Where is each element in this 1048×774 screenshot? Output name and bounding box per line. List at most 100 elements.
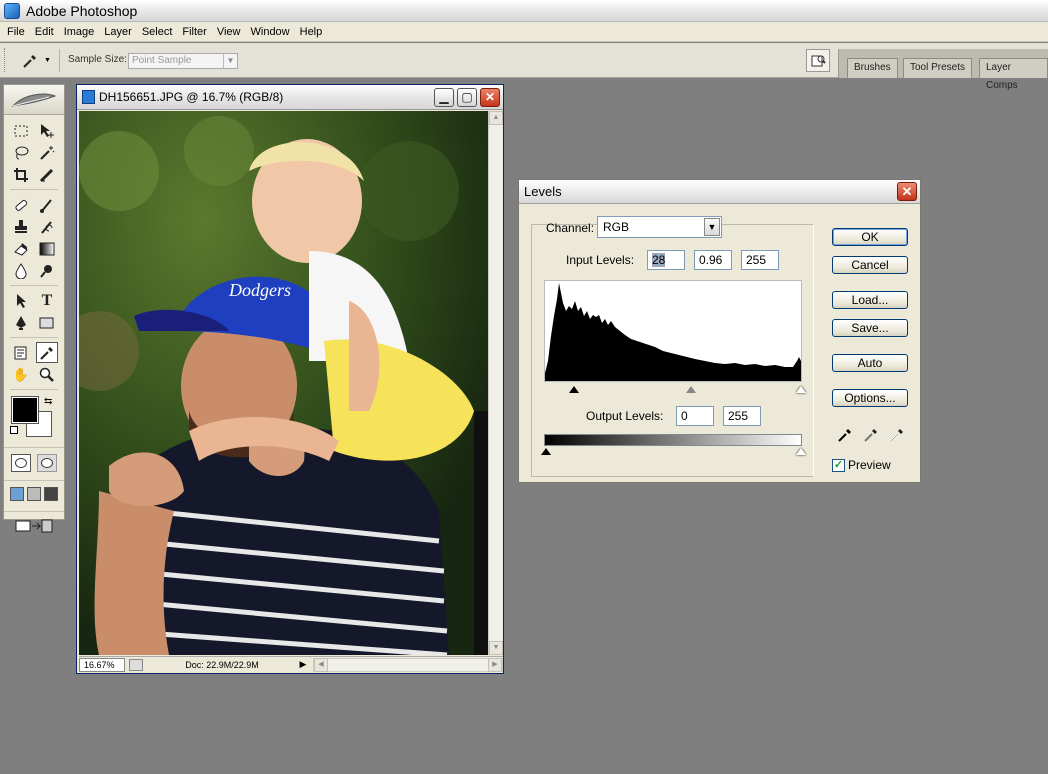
gray-eyedropper-icon[interactable]	[861, 425, 881, 445]
tab-brushes[interactable]: Brushes	[847, 58, 898, 78]
history-brush-icon[interactable]	[36, 216, 58, 237]
output-white-field[interactable]: 255	[723, 406, 761, 426]
brush-icon[interactable]	[36, 194, 58, 215]
toolbox-header[interactable]	[4, 85, 64, 115]
preview-label: Preview	[848, 458, 891, 472]
levels-title: Levels	[524, 184, 562, 199]
lasso-icon[interactable]	[10, 142, 32, 163]
input-black-field[interactable]: 28	[647, 250, 685, 270]
save-button[interactable]: Save...	[832, 319, 908, 337]
input-gamma-field[interactable]: 0.96	[694, 250, 732, 270]
tab-tool-presets[interactable]: Tool Presets	[903, 58, 973, 78]
black-eyedropper-icon[interactable]	[835, 425, 855, 445]
type-icon[interactable]: T	[36, 290, 58, 311]
output-white-slider[interactable]	[796, 448, 806, 455]
swap-colors-icon[interactable]: ⇆	[44, 396, 52, 407]
move-icon[interactable]	[36, 120, 58, 141]
rectangle-icon[interactable]	[36, 312, 58, 333]
scroll-up-icon[interactable]: ▲	[489, 111, 503, 125]
options-bar: ▼ Sample Size: Point Sample ▼ Brushes To…	[0, 43, 1048, 91]
auto-button[interactable]: Auto	[832, 354, 908, 372]
maximize-button[interactable]: ▢	[457, 88, 477, 107]
cancel-button[interactable]: Cancel	[832, 256, 908, 274]
output-levels-label: Output Levels:	[586, 409, 664, 423]
healing-brush-icon[interactable]	[10, 194, 32, 215]
clone-stamp-icon[interactable]	[10, 216, 32, 237]
file-browser-button[interactable]	[806, 49, 830, 72]
toolbox-divider	[10, 386, 58, 390]
menu-bar: File Edit Image Layer Select Filter View…	[0, 22, 1048, 42]
full-screen-menu-mode-icon[interactable]	[27, 487, 41, 501]
load-button[interactable]: Load...	[832, 291, 908, 309]
app-title: Adobe Photoshop	[26, 3, 138, 19]
options-bar-grip[interactable]	[4, 48, 7, 72]
levels-title-bar[interactable]: Levels ✕	[519, 180, 920, 204]
white-eyedropper-icon[interactable]	[887, 425, 907, 445]
quick-mask-mode-icon[interactable]	[37, 454, 57, 472]
menu-edit[interactable]: Edit	[30, 22, 59, 42]
channel-select[interactable]: RGB ▼	[597, 216, 722, 238]
sample-size-label: Sample Size:	[68, 54, 127, 65]
eraser-icon[interactable]	[10, 238, 32, 259]
menu-file[interactable]: File	[2, 22, 30, 42]
document-canvas[interactable]: Dodgers	[79, 111, 488, 655]
marquee-icon[interactable]	[10, 120, 32, 141]
channel-value: RGB	[603, 220, 630, 234]
menu-filter[interactable]: Filter	[177, 22, 211, 42]
standard-mode-icon[interactable]	[11, 454, 31, 472]
zoom-icon[interactable]	[36, 364, 58, 385]
magic-wand-icon[interactable]	[36, 142, 58, 163]
slice-icon[interactable]	[36, 164, 58, 185]
default-colors-icon[interactable]	[10, 426, 18, 434]
input-levels-label: Input Levels:	[566, 253, 635, 267]
minimize-button[interactable]: ▁	[434, 88, 454, 107]
tool-preset-picker[interactable]: ▼	[14, 49, 60, 72]
scroll-left-icon[interactable]: ◀	[314, 657, 328, 672]
status-menu-icon[interactable]	[129, 658, 143, 671]
menu-image[interactable]: Image	[59, 22, 100, 42]
palette-well: Brushes Tool Presets Layer Comps	[838, 49, 1048, 91]
notes-icon[interactable]	[10, 342, 32, 363]
dodge-icon[interactable]	[36, 260, 58, 281]
crop-icon[interactable]	[10, 164, 32, 185]
file-browser-icon	[811, 55, 826, 66]
vertical-scrollbar[interactable]: ▲ ▼	[488, 111, 503, 655]
input-gamma-slider[interactable]	[686, 386, 696, 393]
standard-screen-mode-icon[interactable]	[10, 487, 24, 501]
hand-icon[interactable]: ✋	[10, 364, 32, 385]
menu-help[interactable]: Help	[295, 22, 328, 42]
preview-checkbox[interactable]: ✓	[832, 459, 845, 472]
scroll-down-icon[interactable]: ▼	[489, 641, 503, 655]
status-arrow-icon[interactable]: ▶	[297, 659, 309, 670]
full-screen-mode-icon[interactable]	[44, 487, 58, 501]
zoom-field[interactable]: 16.67%	[79, 657, 125, 672]
scroll-right-icon[interactable]: ▶	[488, 657, 502, 672]
close-button[interactable]: ✕	[480, 88, 500, 107]
path-selection-icon[interactable]	[10, 290, 32, 311]
menu-layer[interactable]: Layer	[99, 22, 137, 42]
horizontal-scrollbar[interactable]: ◀ ▶	[313, 657, 503, 672]
tab-layer-comps[interactable]: Layer Comps	[979, 58, 1048, 91]
output-black-slider[interactable]	[541, 448, 551, 455]
foreground-color-swatch[interactable]	[11, 396, 39, 424]
menu-window[interactable]: Window	[246, 22, 295, 42]
close-button[interactable]: ✕	[897, 182, 917, 201]
chevron-down-icon: ▼	[223, 54, 237, 68]
menu-view[interactable]: View	[212, 22, 246, 42]
blur-icon[interactable]	[10, 260, 32, 281]
sample-size-select[interactable]: Point Sample ▼	[128, 53, 238, 69]
menu-select[interactable]: Select	[137, 22, 178, 42]
eyedropper-icon[interactable]	[36, 342, 58, 363]
gradient-icon[interactable]	[36, 238, 58, 259]
input-white-field[interactable]: 255	[741, 250, 779, 270]
document-title-bar[interactable]: DH156651.JPG @ 16.7% (RGB/8) ▁ ▢ ✕	[77, 85, 503, 110]
input-black-slider[interactable]	[569, 386, 579, 393]
document-window: DH156651.JPG @ 16.7% (RGB/8) ▁ ▢ ✕ Dodge…	[76, 84, 504, 674]
ok-button[interactable]: OK	[832, 228, 908, 246]
pen-icon[interactable]	[10, 312, 32, 333]
output-black-field[interactable]: 0	[676, 406, 714, 426]
histogram	[544, 280, 802, 382]
jump-to-imageready-icon[interactable]	[14, 518, 54, 534]
options-button[interactable]: Options...	[832, 389, 908, 407]
input-white-slider[interactable]	[796, 386, 806, 393]
